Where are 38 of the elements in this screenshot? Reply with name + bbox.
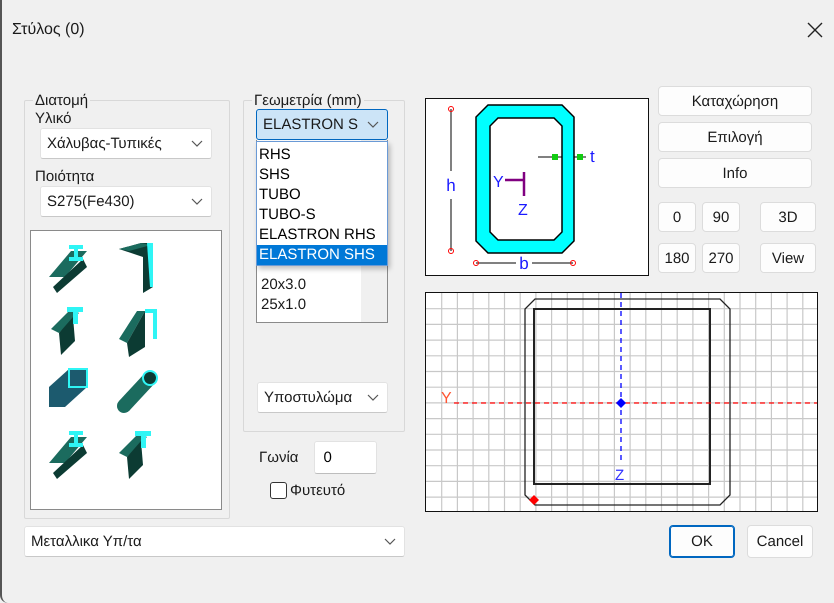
rotation-button[interactable]: 90 — [702, 202, 740, 232]
dialog-button[interactable]: Cancel — [747, 525, 813, 558]
axis-label: Z — [615, 467, 624, 484]
angle-label: Γωνία — [259, 449, 298, 466]
action-button[interactable]: Επιλογή — [658, 122, 812, 152]
group-title: Γεωμετρία (mm) — [253, 92, 363, 109]
size-item[interactable]: 20x3.0 — [257, 275, 361, 295]
view-button[interactable]: View — [760, 243, 816, 273]
material-label: Υλικό — [35, 109, 72, 128]
quality-label: Ποιότητα — [35, 167, 96, 186]
angle-input[interactable]: 0 — [314, 441, 378, 474]
axis-label: Y — [441, 390, 452, 407]
action-button[interactable]: Info — [658, 158, 812, 188]
dropdown-option[interactable]: RHS — [257, 145, 387, 165]
category-select[interactable]: Μεταλλικα Υπ/τα — [24, 526, 405, 557]
dropdown-option[interactable]: TUBO — [257, 185, 387, 205]
group-title: Διατομή — [34, 92, 90, 109]
axis-label: Z — [518, 202, 528, 219]
dialog-button[interactable]: OK — [669, 525, 735, 558]
rotation-button[interactable]: 180 — [658, 243, 696, 273]
element-type-select[interactable]: Υποστυλώμα — [257, 382, 388, 413]
axis-label: Y — [493, 174, 504, 191]
size-item[interactable]: 25x1.0 — [257, 295, 361, 315]
checkbox-label: Φυτευτό — [290, 482, 346, 499]
rotation-button[interactable]: 0 — [658, 202, 696, 232]
window-title: Στύλος (0) — [12, 21, 85, 39]
dropdown-option[interactable]: ELASTRON RHS — [257, 225, 387, 245]
dropdown-option[interactable]: SHS — [257, 165, 387, 185]
dropdown-option[interactable]: ELASTRON SHS — [257, 245, 387, 265]
dimension-label: t — [590, 147, 595, 166]
dropdown-option[interactable]: TUBO-S — [257, 205, 387, 225]
dimension-label: h — [446, 176, 456, 195]
view-3d-button[interactable]: 3D — [760, 202, 816, 232]
dimension-label: b — [519, 254, 529, 273]
action-button[interactable]: Καταχώρηση — [658, 86, 812, 116]
rotation-button[interactable]: 270 — [702, 243, 740, 273]
material-select[interactable]: Χάλυβας-Τυπικές — [40, 128, 212, 159]
quality-select[interactable]: S275(Fe430) — [40, 186, 212, 217]
